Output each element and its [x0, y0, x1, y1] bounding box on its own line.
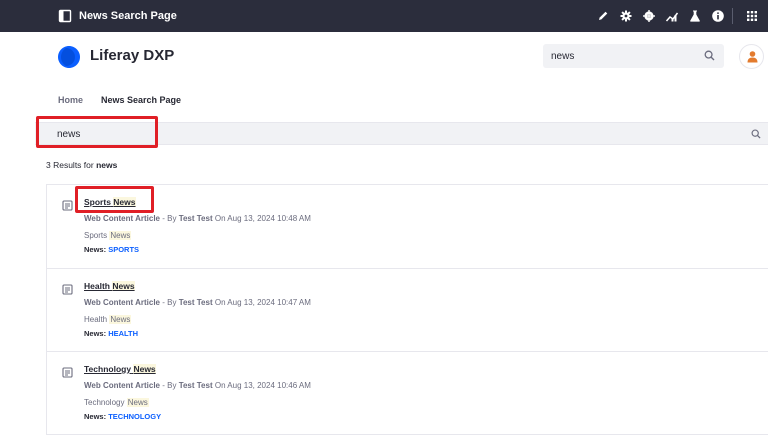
header-search-input[interactable]	[551, 48, 701, 64]
search-icon[interactable]	[751, 129, 761, 139]
header-search-bar	[543, 44, 724, 68]
list-item: Technology News Web Content Article - By…	[47, 351, 768, 434]
result-snippet-keyword: News	[126, 398, 149, 407]
result-snippet: Health News	[84, 314, 132, 325]
apps-grid-icon[interactable]	[745, 9, 759, 23]
result-title-text: Sports	[84, 197, 111, 207]
result-snippet-text: Technology	[84, 398, 125, 407]
category-link[interactable]: HEALTH	[108, 329, 138, 338]
result-meta-by: - By	[160, 214, 179, 223]
web-content-icon	[62, 200, 73, 211]
user-avatar[interactable]	[739, 44, 764, 69]
pencil-icon[interactable]	[596, 9, 610, 23]
result-meta-by: - By	[160, 298, 179, 307]
result-title-keyword: News	[112, 281, 135, 291]
result-snippet-text: Sports	[84, 231, 108, 240]
web-content-icon	[62, 284, 73, 295]
site-name[interactable]: Liferay DXP	[90, 47, 174, 65]
list-item: Health News Web Content Article - By Tes…	[47, 268, 768, 351]
result-title-keyword: News	[113, 197, 136, 207]
result-meta: Web Content Article - By Test Test On Au…	[84, 213, 311, 224]
toolbar-divider	[732, 8, 733, 24]
result-snippet-keyword: News	[109, 231, 132, 240]
result-type: Web Content Article	[84, 298, 161, 307]
category-link[interactable]: TECHNOLOGY	[108, 412, 161, 421]
control-bar: News Search Page	[0, 0, 768, 32]
result-type: Web Content Article	[84, 381, 161, 390]
result-title-text: Health	[84, 281, 110, 291]
page-title: News Search Page	[79, 10, 177, 22]
result-snippet-text: Health	[84, 315, 108, 324]
web-content-icon	[62, 367, 73, 378]
user-icon	[747, 51, 758, 63]
result-type: Web Content Article	[84, 214, 161, 223]
category-link[interactable]: SPORTS	[108, 245, 139, 254]
simulation-icon[interactable]	[642, 9, 656, 23]
result-title-link[interactable]: Technology News	[84, 364, 156, 375]
analytics-icon[interactable]	[665, 9, 679, 23]
result-title-link[interactable]: Health News	[84, 281, 135, 292]
search-results: Sports News Web Content Article - By Tes…	[46, 184, 768, 435]
result-count-text: 3 Results for	[46, 160, 94, 170]
nav-item-home[interactable]: Home	[58, 94, 83, 106]
search-icon[interactable]	[704, 50, 715, 61]
info-icon[interactable]	[711, 9, 725, 23]
search-input[interactable]	[57, 127, 357, 141]
liferay-logo[interactable]	[57, 45, 81, 69]
sidebar-toggle-icon[interactable]	[58, 9, 72, 23]
result-snippet-keyword: News	[109, 315, 132, 324]
result-title-keyword: News	[133, 364, 156, 374]
result-date: On Aug 13, 2024 10:47 AM	[212, 298, 311, 307]
search-bar	[35, 122, 768, 145]
result-count: 3 Results for news	[46, 160, 117, 171]
result-meta: Web Content Article - By Test Test On Au…	[84, 380, 311, 391]
list-item: Sports News Web Content Article - By Tes…	[47, 185, 768, 268]
gear-icon[interactable]	[619, 9, 633, 23]
category-vocabulary: News:	[84, 245, 107, 254]
result-title-text: Technology	[84, 364, 132, 374]
nav-item-news-search-page[interactable]: News Search Page	[101, 94, 181, 106]
result-title-link[interactable]: Sports News	[84, 197, 136, 208]
result-author: Test Test	[178, 214, 213, 223]
result-date: On Aug 13, 2024 10:46 AM	[212, 381, 311, 390]
result-snippet: Technology News	[84, 397, 149, 408]
result-category: News: TECHNOLOGY	[84, 412, 161, 422]
result-meta-by: - By	[160, 381, 179, 390]
category-vocabulary: News:	[84, 412, 107, 421]
result-snippet: Sports News	[84, 230, 132, 241]
result-count-keyword: news	[96, 160, 118, 170]
result-author: Test Test	[178, 381, 213, 390]
result-meta: Web Content Article - By Test Test On Au…	[84, 297, 311, 308]
category-vocabulary: News:	[84, 329, 107, 338]
result-date: On Aug 13, 2024 10:48 AM	[212, 214, 311, 223]
flask-icon[interactable]	[688, 9, 702, 23]
result-category: News: SPORTS	[84, 245, 139, 255]
result-author: Test Test	[178, 298, 213, 307]
result-category: News: HEALTH	[84, 329, 138, 339]
